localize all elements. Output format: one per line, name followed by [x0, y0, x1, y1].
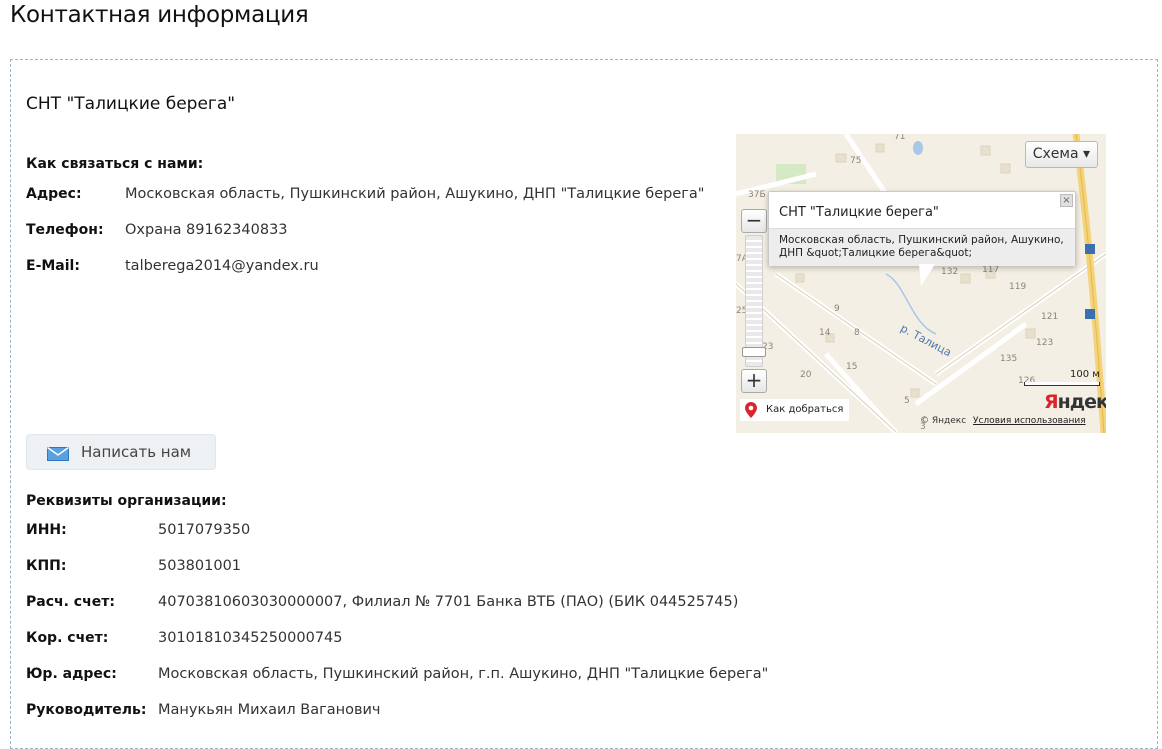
map-label-18: 5 — [904, 396, 910, 406]
requisites-heading: Реквизиты организации: — [26, 493, 227, 509]
map-label-15: 8 — [854, 328, 860, 338]
yandex-map[interactable]: 71 75 37Б 7А 25 23 132 117 119 121 123 1… — [736, 134, 1106, 433]
balloon-title: СНТ "Талицкие берега" — [779, 205, 939, 220]
write-us-button[interactable]: Написать нам — [26, 434, 216, 470]
map-label-13: 9 — [834, 304, 840, 314]
map-label-10: 123 — [1036, 338, 1054, 348]
account-value: 40703810603030000007, Филиал № 7701 Банк… — [158, 594, 739, 610]
balloon-body: Московская область, Пушкинский район, Аш… — [769, 228, 1075, 266]
route-button[interactable]: Как добраться — [740, 399, 850, 421]
map-label-0: 71 — [894, 134, 906, 142]
corr-account-value: 30101810345250000745 — [158, 630, 343, 646]
terms-link[interactable]: Условия использования — [973, 416, 1086, 426]
address-label: Адрес: — [26, 186, 82, 202]
copyright-text: © Яндекс — [920, 416, 967, 426]
map-pin-icon — [745, 402, 757, 427]
inn-value: 5017079350 — [158, 522, 251, 538]
director-value: Манукьян Михаил Ваганович — [158, 702, 381, 718]
map-label-14: 14 — [819, 328, 831, 338]
map-label-11: 135 — [1000, 354, 1018, 364]
org-name: СНТ "Талицкие берега" — [26, 94, 236, 114]
map-balloon: СНТ "Талицкие берега" × Московская облас… — [768, 191, 1076, 286]
zoom-in-button[interactable]: + — [741, 369, 767, 393]
balloon-close-icon[interactable]: × — [1060, 194, 1073, 207]
write-us-label: Написать нам — [81, 443, 192, 461]
page-title: Контактная информация — [10, 2, 309, 28]
map-label-16: 15 — [846, 362, 858, 372]
contacts-heading: Как связаться с нами: — [26, 156, 204, 172]
director-label: Руководитель: — [26, 702, 147, 718]
inn-label: ИНН: — [26, 522, 67, 538]
kpp-value: 503801001 — [158, 558, 242, 574]
balloon-tail — [919, 264, 935, 286]
corr-account-label: Кор. счет: — [26, 630, 109, 646]
balloon-text: Московская область, Пушкинский район, Аш… — [779, 234, 1064, 259]
address-value: Московская область, Пушкинский район, Аш… — [125, 186, 705, 202]
mail-icon — [47, 446, 69, 465]
yandex-logo: Яндекс — [1044, 391, 1106, 413]
route-label: Как добраться — [766, 404, 844, 415]
kpp-label: КПП: — [26, 558, 67, 574]
zoom-slider-thumb[interactable] — [742, 347, 766, 358]
legal-address-label: Юр. адрес: — [26, 666, 117, 682]
scale-label: 100 м — [1070, 369, 1100, 380]
map-label-9: 121 — [1041, 312, 1059, 322]
map-label-17: 20 — [800, 370, 812, 380]
map-label-2: 37Б — [748, 190, 766, 200]
phone-value: Охрана 89162340833 — [125, 222, 288, 238]
scale-bar — [1024, 382, 1100, 386]
map-label-8: 119 — [1009, 282, 1027, 292]
zoom-out-button[interactable]: − — [741, 209, 767, 233]
legal-address-value: Московская область, Пушкинский район, г.… — [158, 666, 769, 682]
phone-label: Телефон: — [26, 222, 104, 238]
map-label-1: 75 — [850, 156, 862, 166]
account-label: Расч. счет: — [26, 594, 115, 610]
map-type-button[interactable]: Схема ▾ — [1024, 141, 1098, 168]
map-label-6: 132 — [941, 267, 959, 277]
email-label: E-Mail: — [26, 258, 80, 274]
email-value[interactable]: talberega2014@yandex.ru — [125, 256, 319, 276]
map-label-7: 117 — [982, 265, 1000, 275]
zoom-control[interactable]: − + — [741, 209, 767, 393]
